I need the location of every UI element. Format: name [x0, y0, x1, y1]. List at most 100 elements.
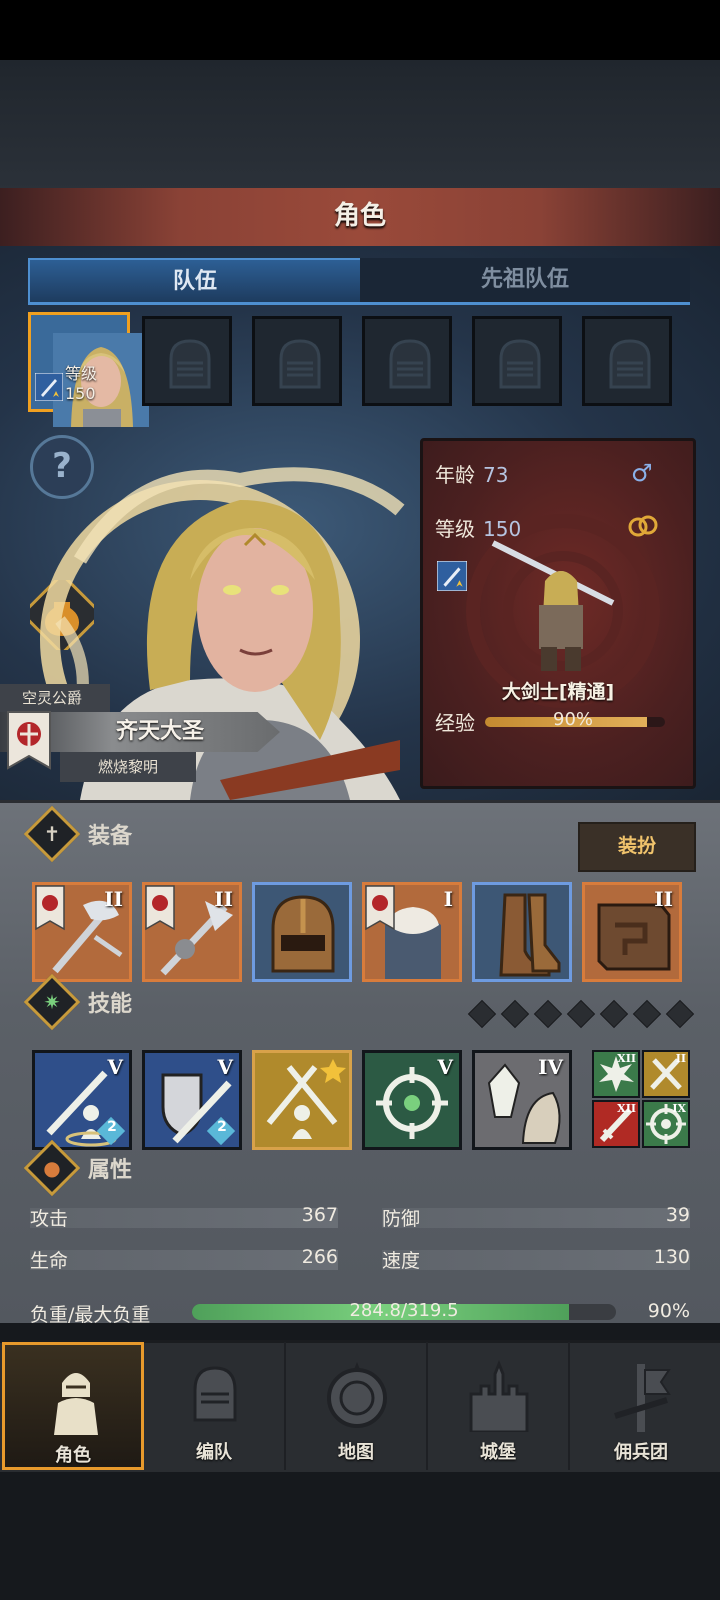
mercenary-banner-icon: [614, 1364, 671, 1432]
skill-slot-shield-sword[interactable]: V2: [142, 1050, 242, 1150]
load-label: 负重/最大负重: [30, 1304, 151, 1326]
skill-tier: V: [217, 1055, 233, 1079]
speed-value: 130: [653, 1246, 690, 1268]
class-name: 大剑士[精通]: [501, 681, 615, 703]
small-skill-tier: XII: [617, 1052, 636, 1065]
empty-helmet-icon: [169, 339, 211, 389]
attack-label: 攻击: [30, 1208, 69, 1230]
hero-info-card: 年龄 73 ♂ 等级 150 大剑士[精通] 经验 90%: [420, 438, 696, 789]
class-figure: [491, 540, 615, 671]
equipment-slot-fur-armor[interactable]: I: [362, 882, 462, 982]
hero-level-label: 等级150: [65, 364, 98, 403]
backdrop: [0, 60, 720, 190]
tab-ancestor-team[interactable]: 先祖队伍: [360, 258, 690, 302]
equipment-tier: II: [104, 887, 123, 911]
equipment-title: 装备: [88, 824, 133, 849]
helmet-group-icon: [193, 1366, 237, 1422]
skill-tier: V: [107, 1055, 123, 1079]
empty-helmet-icon: [499, 339, 541, 389]
age-row: 年龄 73: [435, 459, 508, 488]
boots-icon: [499, 893, 561, 977]
skill-gem-row: [467, 999, 703, 1029]
nav-castle[interactable]: 城堡: [428, 1342, 570, 1470]
skill-badge-count: 2: [217, 1119, 227, 1135]
empty-helmet-icon: [279, 339, 321, 389]
speed-label: 速度: [382, 1250, 421, 1272]
gem-slot-icon: [467, 999, 497, 1029]
gem-slot-icon: [599, 999, 629, 1029]
nav-label: 城堡: [480, 1442, 516, 1463]
nav-character[interactable]: 角色: [2, 1342, 144, 1470]
attributes-title: 属性: [88, 1158, 133, 1183]
gem-slot-icon: [566, 999, 596, 1029]
equipment-slot-helmet[interactable]: [252, 882, 352, 982]
castle-icon: [469, 1360, 529, 1432]
exp-percent: 90%: [553, 709, 594, 730]
small-skill-tier: XII: [617, 1102, 636, 1115]
nav-map[interactable]: 地图: [286, 1342, 428, 1470]
skill-tier: IV: [538, 1055, 563, 1079]
dual-sword-stance-icon: [266, 1059, 346, 1139]
skill-slot-dual-sword-stance[interactable]: [252, 1050, 352, 1150]
guild-name: 燃烧黎明: [60, 752, 196, 782]
tab-team[interactable]: 队伍: [28, 258, 362, 304]
gem-slot-icon: [500, 999, 530, 1029]
party-slot-empty[interactable]: [142, 316, 232, 406]
guild-banner-icon: [145, 885, 175, 931]
knight-icon: [54, 1373, 98, 1435]
equipment-tier: II: [214, 887, 233, 911]
nav-formation[interactable]: 编队: [144, 1342, 286, 1470]
guild-banner-icon: [35, 885, 65, 931]
defense-label: 防御: [382, 1208, 421, 1230]
status-bar-area: [0, 0, 720, 60]
party-slot-empty[interactable]: [472, 316, 562, 406]
compass-map-icon: [327, 1362, 387, 1428]
equipment-tier: II: [654, 887, 673, 911]
hp-label: 生命: [30, 1250, 69, 1272]
nav-label: 地图: [338, 1442, 374, 1463]
equipment-tier: I: [443, 887, 453, 911]
party-slot-empty[interactable]: [582, 316, 672, 406]
small-skill-tier: IX: [672, 1102, 686, 1115]
equipment-slot-boots[interactable]: [472, 882, 572, 982]
nav-label: 编队: [196, 1442, 232, 1463]
party-slot-hero[interactable]: 等级150: [28, 312, 149, 427]
equipment-slot-halberd[interactable]: II: [32, 882, 132, 982]
level-label: 等级: [435, 517, 475, 541]
hp-value: 266: [301, 1246, 338, 1268]
skill-slot-sword-stance[interactable]: V2: [32, 1050, 132, 1150]
skill-tier: V: [437, 1055, 453, 1079]
bottom-area: [0, 1472, 720, 1600]
load-percent: 90%: [647, 1300, 690, 1322]
skill-slot-crystal-shield[interactable]: IV: [472, 1050, 572, 1150]
character-title: 空灵公爵: [0, 684, 110, 712]
age-label: 年龄: [435, 463, 475, 487]
page-title: 角色: [0, 188, 720, 249]
class-sword-icon: [437, 561, 467, 591]
small-skill-cross-swords[interactable]: II: [642, 1050, 690, 1098]
nav-mercenary[interactable]: 佣兵团: [570, 1342, 712, 1470]
class-sword-icon: [35, 373, 63, 401]
party-slot-empty[interactable]: [362, 316, 452, 406]
small-skill-red-sword[interactable]: XII: [592, 1100, 640, 1148]
gem-slot-icon: [665, 999, 695, 1029]
nav-label: 佣兵团: [614, 1442, 668, 1463]
defense-value: 39: [665, 1204, 690, 1226]
small-skill-burst[interactable]: XII: [592, 1050, 640, 1098]
skill-badge-count: 2: [107, 1119, 117, 1135]
gem-slot-icon: [533, 999, 563, 1029]
equipment-slot-polearm[interactable]: II: [142, 882, 242, 982]
party-slot-empty[interactable]: [252, 316, 342, 406]
nav-label: 角色: [55, 1445, 91, 1466]
exp-label: 经验: [435, 711, 475, 735]
empty-helmet-icon: [609, 339, 651, 389]
empty-helmet-icon: [389, 339, 431, 389]
tab-underline: [28, 302, 690, 305]
dress-up-button[interactable]: 装扮: [578, 822, 696, 872]
small-skill-target[interactable]: IX: [642, 1100, 690, 1148]
age-value: 73: [483, 463, 509, 487]
guild-banner-icon: [365, 885, 395, 931]
equipment-slot-tome[interactable]: II: [582, 882, 682, 982]
skill-slot-crosshair-star[interactable]: V: [362, 1050, 462, 1150]
guild-banner-icon[interactable]: [6, 710, 52, 772]
